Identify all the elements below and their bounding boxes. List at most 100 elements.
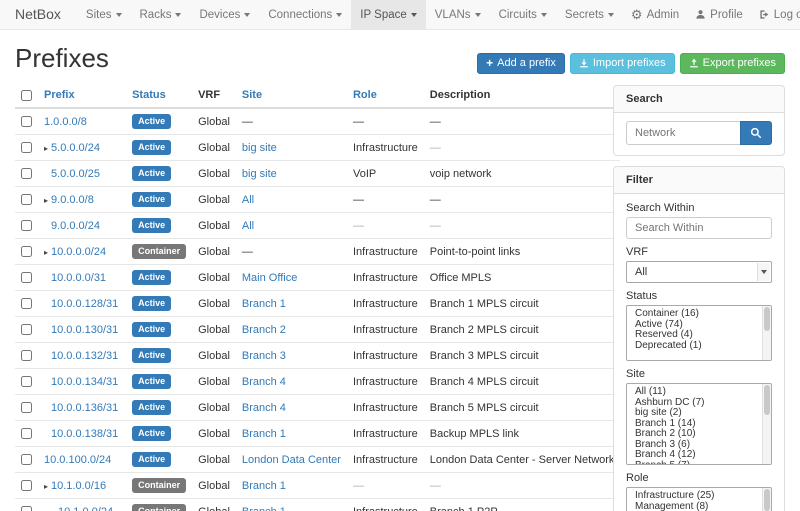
site-link[interactable]: Branch 1 [242, 298, 286, 310]
logout-icon [759, 9, 770, 20]
scrollbar[interactable] [762, 384, 771, 464]
caret-down-icon [475, 13, 481, 17]
scrollbar[interactable] [762, 306, 771, 360]
select-all-checkbox[interactable] [21, 90, 32, 101]
prefix-link[interactable]: 10.0.0.132/31 [51, 350, 118, 362]
column-header-role[interactable]: Role [347, 85, 424, 108]
row-checkbox[interactable] [21, 298, 32, 309]
prefix-link[interactable]: 9.0.0.0/24 [51, 220, 100, 232]
site-option-branch-2-10[interactable]: Branch 2 (10) [627, 429, 771, 440]
site-link[interactable]: big site [242, 168, 277, 180]
role-cell: Infrastructure [353, 428, 418, 440]
prefix-link[interactable]: 10.0.0.134/31 [51, 376, 118, 388]
site-option-branch-4-12[interactable]: Branch 4 (12) [627, 450, 771, 461]
site-link[interactable]: Branch 4 [242, 376, 286, 388]
row-checkbox[interactable] [21, 402, 32, 413]
prefix-link[interactable]: 5.0.0.0/25 [51, 168, 100, 180]
prefix-link[interactable]: 5.0.0.0/24 [51, 142, 100, 154]
role-cell: — [353, 220, 364, 232]
row-checkbox[interactable] [21, 506, 32, 511]
site-link[interactable]: big site [242, 142, 277, 154]
site-link[interactable]: Branch 1 [242, 506, 286, 511]
site-option-big-site-2[interactable]: big site (2) [627, 408, 771, 419]
site-link[interactable]: All [242, 194, 254, 206]
vrf-cell: Global [192, 343, 236, 369]
row-checkbox[interactable] [21, 194, 32, 205]
nav-item-profile[interactable]: Profile [687, 0, 751, 29]
prefix-link[interactable]: 10.0.0.130/31 [51, 324, 118, 336]
prefix-link[interactable]: 10.0.0.0/24 [51, 246, 106, 258]
status-badge: Active [132, 192, 171, 207]
site-link[interactable]: Branch 2 [242, 324, 286, 336]
nav-item-racks[interactable]: Racks [131, 0, 191, 29]
column-header-prefix[interactable]: Prefix [38, 85, 126, 108]
site-link[interactable]: Branch 3 [242, 350, 286, 362]
site-link[interactable]: All [242, 220, 254, 232]
prefix-link[interactable]: 10.0.0.136/31 [51, 402, 118, 414]
site-link[interactable]: London Data Center [242, 454, 341, 466]
row-checkbox[interactable] [21, 454, 32, 465]
status-option-deprecated-1[interactable]: Deprecated (1) [627, 341, 771, 352]
nav-item-circuits[interactable]: Circuits [490, 0, 556, 29]
row-checkbox[interactable] [21, 350, 32, 361]
scrollbar[interactable] [762, 488, 771, 511]
search-button[interactable] [740, 121, 772, 145]
vrf-select[interactable]: All [626, 261, 772, 283]
status-badge: Active [132, 452, 171, 467]
nav-item-sites[interactable]: Sites [77, 0, 131, 29]
column-header-site[interactable]: Site [236, 85, 347, 108]
row-checkbox[interactable] [21, 168, 32, 179]
site-link[interactable]: Main Office [242, 272, 297, 284]
prefix-link[interactable]: 10.0.0.0/31 [51, 272, 106, 284]
prefix-table-area: PrefixStatusVRFSiteRoleDescription 1.0.0… [15, 85, 597, 511]
site-listbox[interactable]: All (11)Ashburn DC (7)big site (2)Branch… [626, 383, 772, 465]
site-link[interactable]: Branch 1 [242, 480, 286, 492]
row-checkbox[interactable] [21, 116, 32, 127]
prefix-link[interactable]: 10.0.100.0/24 [44, 454, 111, 466]
site-link[interactable]: Branch 1 [242, 428, 286, 440]
row-checkbox[interactable] [21, 272, 32, 283]
search-input[interactable] [626, 121, 740, 145]
row-checkbox[interactable] [21, 376, 32, 387]
site-option-all-11[interactable]: All (11) [627, 387, 771, 398]
column-header-status[interactable]: Status [126, 85, 192, 108]
prefix-link[interactable]: 1.0.0.0/8 [44, 116, 87, 128]
column-header-vrf: VRF [192, 85, 236, 108]
nav-item-connections[interactable]: Connections [259, 0, 351, 29]
role-cell: Infrastructure [353, 402, 418, 414]
status-option-container-16[interactable]: Container (16) [627, 309, 771, 320]
search-within-input[interactable] [626, 217, 772, 239]
description-cell: Branch 2 MPLS circuit [430, 324, 539, 336]
nav-item-ip-space[interactable]: IP Space [351, 0, 425, 29]
select-all-header [15, 85, 38, 108]
import-prefixes-button[interactable]: Import prefixes [570, 53, 675, 74]
nav-item-log-out[interactable]: Log out [751, 0, 800, 29]
row-checkbox[interactable] [21, 220, 32, 231]
export-prefixes-button[interactable]: Export prefixes [680, 53, 785, 74]
status-listbox[interactable]: Container (16)Active (74)Reserved (4)Dep… [626, 305, 772, 361]
row-checkbox[interactable] [21, 324, 32, 335]
nav-item-admin[interactable]: ⚙Admin [623, 0, 687, 29]
site-link[interactable]: Branch 4 [242, 402, 286, 414]
table-row: 1.0.0.0/8ActiveGlobal——— [15, 108, 620, 135]
row-checkbox[interactable] [21, 428, 32, 439]
site-option-branch-5-7[interactable]: Branch 5 (7) [627, 461, 771, 466]
prefix-link[interactable]: 10.1.0.0/16 [51, 480, 106, 492]
nav-item-devices[interactable]: Devices [190, 0, 259, 29]
prefix-link[interactable]: 10.0.0.128/31 [51, 298, 118, 310]
app-brand[interactable]: NetBox [15, 0, 61, 29]
role-listbox[interactable]: Infrastructure (25)Management (8)Private… [626, 487, 772, 511]
row-checkbox[interactable] [21, 142, 32, 153]
row-checkbox[interactable] [21, 480, 32, 491]
nav-item-vlans[interactable]: VLANs [426, 0, 490, 29]
prefix-link[interactable]: 9.0.0.0/8 [51, 194, 94, 206]
nav-item-secrets[interactable]: Secrets [556, 0, 623, 29]
row-checkbox[interactable] [21, 246, 32, 257]
prefix-link[interactable]: 10.1.0.0/24 [58, 506, 113, 511]
add-a-prefix-button[interactable]: +Add a prefix [477, 53, 565, 74]
role-option-management-8[interactable]: Management (8) [627, 502, 771, 511]
prefix-link[interactable]: 10.0.0.138/31 [51, 428, 118, 440]
expand-arrow-icon: ▸ [44, 144, 48, 153]
role-option-infrastructure-25[interactable]: Infrastructure (25) [627, 491, 771, 502]
status-option-reserved-4[interactable]: Reserved (4) [627, 330, 771, 341]
